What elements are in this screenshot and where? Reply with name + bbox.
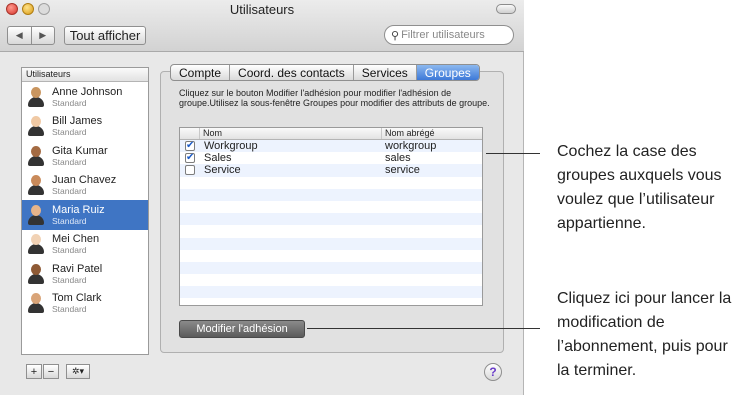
- show-all-button[interactable]: Tout afficher: [64, 26, 146, 45]
- modify-membership-button[interactable]: Modifier l'adhésion: [179, 320, 305, 338]
- table-row[interactable]: Service service: [180, 164, 482, 177]
- callout-leader-button: [307, 328, 540, 329]
- user-avatar-icon: [26, 86, 46, 108]
- table-row: [180, 225, 482, 237]
- forward-arrow-icon[interactable]: ▶: [30, 27, 55, 44]
- header-check-column: [180, 128, 200, 139]
- table-row: [180, 177, 482, 189]
- table-row[interactable]: ✔ Sales sales: [180, 152, 482, 164]
- header-nom-abrege[interactable]: Nom abrégé: [382, 128, 482, 139]
- table-row: [180, 298, 482, 305]
- user-name: Mei Chen: [52, 233, 100, 246]
- user-list-item[interactable]: Anne Johnson Standard: [22, 82, 148, 112]
- user-name: Anne Johnson: [52, 85, 123, 98]
- magnifier-icon: ⚲: [391, 29, 400, 42]
- groups-description: Cliquez sur le bouton Modifier l'adhésio…: [179, 88, 490, 108]
- callout-leader-checkbox: [486, 153, 540, 154]
- table-row: [180, 261, 482, 275]
- user-role: Standard: [52, 186, 87, 197]
- user-name: Gita Kumar: [52, 144, 108, 157]
- user-avatar-icon: [26, 292, 46, 314]
- tab-groupes[interactable]: Groupes: [415, 65, 479, 80]
- group-name: Sales: [204, 152, 232, 165]
- user-avatar-icon: [26, 174, 46, 196]
- user-role: Standard: [52, 304, 87, 315]
- user-list-item[interactable]: Mei Chen Standard: [22, 230, 148, 260]
- tab-coordonnees[interactable]: Coord. des contacts: [229, 65, 353, 80]
- table-row: [180, 250, 482, 262]
- group-checkbox[interactable]: ✔: [185, 141, 195, 152]
- action-gear-button[interactable]: ✲▾: [66, 364, 90, 379]
- group-name: Workgroup: [204, 140, 258, 153]
- user-list-item[interactable]: Maria Ruiz Standard: [22, 200, 148, 230]
- group-short-name: workgroup: [385, 140, 437, 153]
- user-role: Standard: [52, 245, 87, 256]
- tab-bar: Compte Coord. des contacts Services Grou…: [170, 64, 480, 81]
- user-name: Ravi Patel: [52, 262, 103, 275]
- user-name: Juan Chavez: [52, 174, 117, 187]
- group-checkbox[interactable]: ✔: [185, 153, 195, 164]
- table-row: [180, 201, 482, 213]
- table-row: [180, 188, 482, 201]
- user-role: Standard: [52, 215, 87, 226]
- table-header: Nom Nom abrégé: [180, 128, 482, 140]
- toolbar-toggle-button[interactable]: [496, 4, 516, 14]
- user-name: Maria Ruiz: [52, 203, 105, 216]
- nav-back-forward: ◀ ▶: [7, 26, 55, 45]
- user-name: Bill James: [52, 115, 103, 128]
- tab-compte[interactable]: Compte: [171, 65, 229, 80]
- group-checkbox[interactable]: [185, 165, 195, 176]
- user-avatar-icon: [26, 145, 46, 167]
- user-avatar-icon: [26, 204, 46, 226]
- table-row: [180, 213, 482, 226]
- remove-user-button[interactable]: −: [43, 364, 59, 379]
- callout-checkbox-note: Cochez la case des groupes auxquels vous…: [557, 143, 722, 232]
- user-avatar-icon: [26, 233, 46, 255]
- user-role: Standard: [52, 274, 87, 285]
- search-field[interactable]: ⚲ Filtrer utilisateurs: [384, 25, 514, 45]
- users-window: Utilisateurs ◀ ▶ Tout afficher ⚲ Filtrer…: [0, 0, 524, 395]
- help-icon[interactable]: ?: [484, 363, 502, 381]
- header-nom[interactable]: Nom: [200, 128, 382, 139]
- user-list-item[interactable]: Tom Clark Standard: [22, 289, 148, 319]
- user-list-header: Utilisateurs: [22, 68, 148, 82]
- callout-button-note: Cliquez ici pour lancer la modification …: [557, 290, 732, 379]
- group-short-name: service: [385, 164, 420, 177]
- user-list-item[interactable]: Bill James Standard: [22, 112, 148, 142]
- table-row: [180, 286, 482, 299]
- user-role: Standard: [52, 156, 87, 167]
- groups-table: Nom Nom abrégé ✔ Workgroup workgroup ✔ Sales…: [179, 127, 483, 306]
- back-arrow-icon[interactable]: ◀: [8, 27, 31, 44]
- group-short-name: sales: [385, 152, 411, 165]
- group-name: Service: [204, 164, 241, 177]
- title-bar: Utilisateurs ◀ ▶ Tout afficher ⚲ Filtrer…: [0, 0, 524, 52]
- table-row: [180, 237, 482, 250]
- table-row: [180, 274, 482, 286]
- user-list-item[interactable]: Juan Chavez Standard: [22, 171, 148, 201]
- user-avatar-icon: [26, 115, 46, 137]
- user-name: Tom Clark: [52, 292, 102, 305]
- user-role: Standard: [52, 97, 87, 108]
- table-row[interactable]: ✔ Workgroup workgroup: [180, 140, 482, 153]
- user-avatar-icon: [26, 263, 46, 285]
- user-role: Standard: [52, 127, 87, 138]
- window-title: Utilisateurs: [229, 2, 295, 17]
- user-list-item[interactable]: Gita Kumar Standard: [22, 141, 148, 171]
- search-placeholder: Filtrer utilisateurs: [401, 29, 485, 41]
- user-list: Utilisateurs Anne Johnson Standard Bill Ja…: [21, 67, 149, 355]
- tab-services[interactable]: Services: [352, 65, 416, 80]
- add-user-button[interactable]: +: [26, 364, 42, 379]
- user-list-item[interactable]: Ravi Patel Standard: [22, 259, 148, 289]
